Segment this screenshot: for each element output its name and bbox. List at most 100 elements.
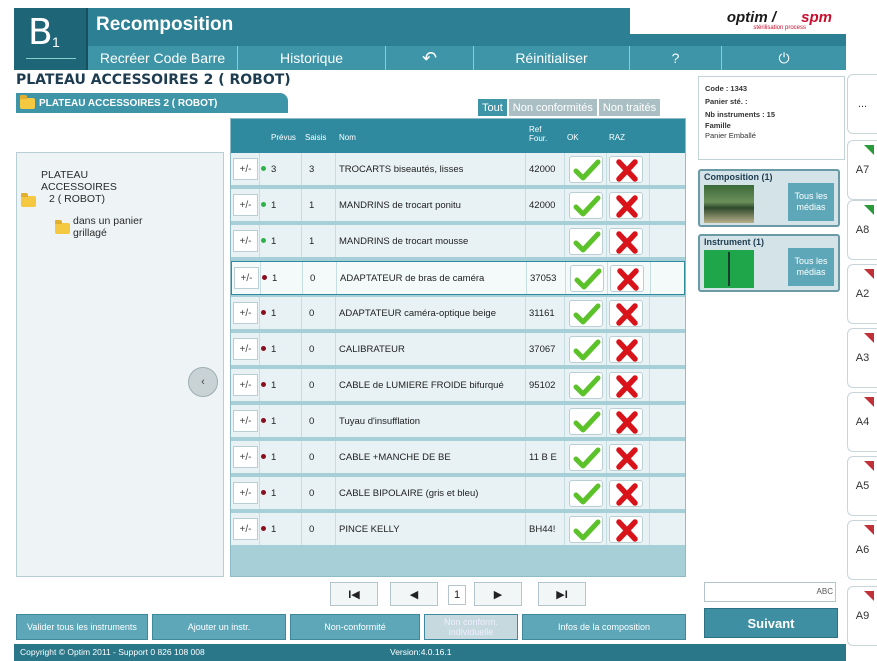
ok-check-icon[interactable] <box>569 480 603 507</box>
validate-all-button[interactable]: Valider tous les instruments <box>16 614 148 640</box>
status-dot <box>261 202 266 207</box>
all-media-button[interactable]: Tous les médias <box>788 248 834 286</box>
saisis-cell: 3 <box>309 163 315 175</box>
raz-cross-icon[interactable] <box>610 265 644 292</box>
raz-cross-icon[interactable] <box>609 228 643 255</box>
composition-tree: PLATEAU ACCESSOIRES 2 ( ROBOT) dans un p… <box>16 152 224 577</box>
prev-page-button[interactable]: ◀ <box>390 582 438 606</box>
raz-cross-icon[interactable] <box>609 408 643 435</box>
table-row[interactable]: +/- 1 1 MANDRINS de trocart ponitu 42000 <box>231 189 685 223</box>
tab-all[interactable]: Tout <box>478 99 507 116</box>
status-dot <box>261 382 266 387</box>
table-row[interactable]: +/- 1 0 ADAPTATEUR de bras de caméra 37053 <box>231 261 685 295</box>
ok-check-icon[interactable] <box>569 228 603 255</box>
side-tab[interactable]: A6 <box>847 520 877 580</box>
status-dot <box>261 238 266 243</box>
side-tab[interactable]: A8 <box>847 200 877 260</box>
flag-icon <box>864 145 874 155</box>
side-tab[interactable]: A9 <box>847 586 877 646</box>
history-button[interactable]: Historique <box>238 46 386 70</box>
ok-check-icon[interactable] <box>569 408 603 435</box>
quantity-adjust-button[interactable]: +/- <box>233 338 258 360</box>
raz-cross-icon[interactable] <box>609 192 643 219</box>
quantity-adjust-button[interactable]: +/- <box>233 374 258 396</box>
table-row[interactable]: +/- 1 0 CALIBRATEUR 37067 <box>231 333 685 367</box>
composition-photo[interactable] <box>704 185 754 223</box>
raz-cross-icon[interactable] <box>609 480 643 507</box>
quantity-adjust-button[interactable]: +/- <box>233 410 258 432</box>
ok-check-icon[interactable] <box>569 516 603 543</box>
side-tab[interactable]: A7 <box>847 140 877 200</box>
table-row[interactable]: +/- 1 1 MANDRINS de trocart mousse <box>231 225 685 259</box>
non-conformity-button[interactable]: Non-conformité <box>290 614 420 640</box>
status-dot <box>261 166 266 171</box>
ok-check-icon[interactable] <box>569 336 603 363</box>
app-logo: B 1 <box>14 8 88 70</box>
ok-check-icon[interactable] <box>570 265 604 292</box>
table-row[interactable]: +/- 1 0 ADAPTATEUR caméra-optique beige 3116… <box>231 297 685 331</box>
table-row[interactable]: +/- 3 3 TROCARTS biseautés, lisses 42000 <box>231 153 685 187</box>
prevus-cell: 1 <box>271 199 277 211</box>
table-row[interactable]: +/- 1 0 Tuyau d'insufflation <box>231 405 685 439</box>
recreate-barcode-button[interactable]: Recréer Code Barre <box>88 46 238 70</box>
next-page-button[interactable]: ▶ <box>474 582 522 606</box>
undo-icon[interactable]: ↶ <box>386 46 474 70</box>
first-page-button[interactable]: I◀ <box>330 582 378 606</box>
instrument-name-cell: CABLE +MANCHE DE BE <box>339 451 451 463</box>
prevus-cell: 1 <box>271 415 277 427</box>
tab-non-conformities[interactable]: Non conformités <box>508 99 597 116</box>
table-row[interactable]: +/- 1 0 PINCE KELLY BH44! <box>231 513 685 547</box>
ok-check-icon[interactable] <box>569 156 603 183</box>
keyboard-abc-icon[interactable]: ABC <box>817 587 833 596</box>
table-row[interactable]: +/- 1 0 CABLE de LUMIERE FROIDE bifurqué 951… <box>231 369 685 403</box>
saisis-cell: 1 <box>309 199 315 211</box>
all-media-button[interactable]: Tous les médias <box>788 183 834 221</box>
quantity-adjust-button[interactable]: +/- <box>234 267 259 289</box>
table-row[interactable]: +/- 1 0 CABLE +MANCHE DE BE 11 B E <box>231 441 685 475</box>
last-page-button[interactable]: ▶I <box>538 582 586 606</box>
app-title: Recomposition <box>96 14 234 35</box>
tree-node-root[interactable]: PLATEAU ACCESSOIRES 2 ( ROBOT) <box>21 169 131 207</box>
power-icon[interactable]: ⏻ <box>722 46 846 70</box>
side-tab[interactable]: A4 <box>847 392 877 452</box>
breadcrumb[interactable]: PLATEAU ACCESSOIRES 2 ( ROBOT) <box>16 93 288 113</box>
quantity-adjust-button[interactable]: +/- <box>233 518 258 540</box>
page-title: PLATEAU ACCESSOIRES 2 ( ROBOT) <box>16 72 291 88</box>
flag-icon <box>864 205 874 215</box>
raz-cross-icon[interactable] <box>609 300 643 327</box>
quantity-adjust-button[interactable]: +/- <box>233 230 258 252</box>
raz-cross-icon[interactable] <box>609 372 643 399</box>
quantity-adjust-button[interactable]: +/- <box>233 446 258 468</box>
prevus-cell: 1 <box>271 307 277 319</box>
ok-check-icon[interactable] <box>569 372 603 399</box>
instrument-photo[interactable] <box>704 250 754 288</box>
quantity-adjust-button[interactable]: +/- <box>233 302 258 324</box>
tree-node-child[interactable]: dans un panier grillagé <box>55 215 171 239</box>
raz-cross-icon[interactable] <box>609 156 643 183</box>
side-tab[interactable]: A5 <box>847 456 877 516</box>
ref-cell: 37053 <box>530 272 557 284</box>
collapse-panel-button[interactable]: ‹ <box>188 367 218 397</box>
ok-check-icon[interactable] <box>569 192 603 219</box>
add-instrument-button[interactable]: Ajouter un instr. <box>152 614 286 640</box>
search-input[interactable]: ABC <box>704 582 836 602</box>
individual-non-conformity-button[interactable]: Non conform. individuelle <box>424 614 518 640</box>
side-tab[interactable]: A3 <box>847 328 877 388</box>
table-row[interactable]: +/- 1 0 CABLE BIPOLAIRE (gris et bleu) <box>231 477 685 511</box>
quantity-adjust-button[interactable]: +/- <box>233 482 258 504</box>
brand-logo: optim / spm stérilisation process <box>630 8 846 34</box>
help-button[interactable]: ? <box>630 46 722 70</box>
next-button[interactable]: Suivant <box>704 608 838 638</box>
reset-button[interactable]: Réinitialiser <box>474 46 630 70</box>
ok-check-icon[interactable] <box>569 444 603 471</box>
more-tabs-button[interactable]: ... <box>847 74 877 134</box>
quantity-adjust-button[interactable]: +/- <box>233 194 258 216</box>
raz-cross-icon[interactable] <box>609 516 643 543</box>
quantity-adjust-button[interactable]: +/- <box>233 158 258 180</box>
side-tab[interactable]: A2 <box>847 264 877 324</box>
ok-check-icon[interactable] <box>569 300 603 327</box>
composition-info-button[interactable]: Infos de la composition <box>522 614 686 640</box>
raz-cross-icon[interactable] <box>609 336 643 363</box>
raz-cross-icon[interactable] <box>609 444 643 471</box>
tab-not-processed[interactable]: Non traités <box>598 99 661 116</box>
